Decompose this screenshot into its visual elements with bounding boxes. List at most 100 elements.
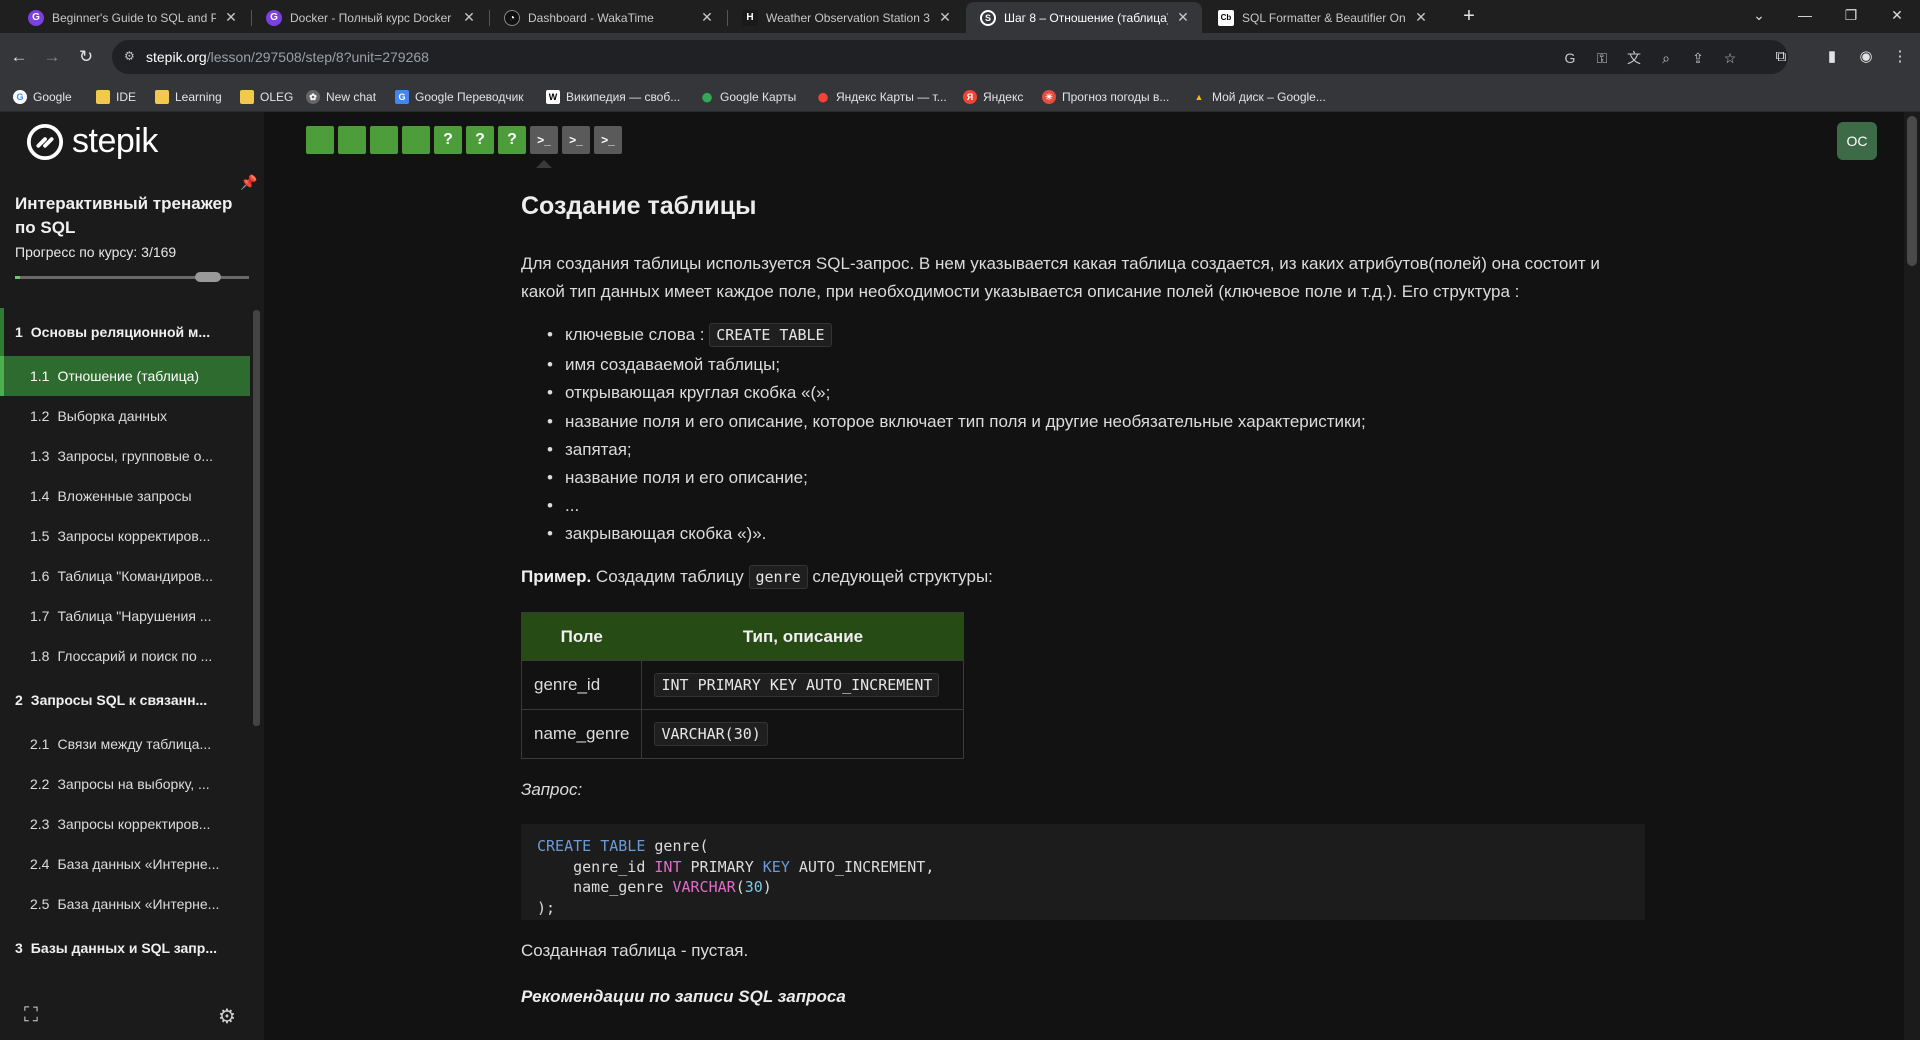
zoom-icon[interactable]: ⌕ <box>1656 48 1676 68</box>
fullscreen-icon[interactable]: ⛶ <box>24 1004 38 1027</box>
table-cell: name_genre <box>520 709 643 759</box>
gear-icon[interactable]: ⚙ <box>218 1004 236 1029</box>
table-cell: INT PRIMARY KEY AUTO_INCREMENT <box>641 660 965 710</box>
google-lens-icon[interactable]: G <box>1560 48 1580 68</box>
close-window-button[interactable]: ✕ <box>1874 0 1920 33</box>
step-button[interactable] <box>338 126 366 154</box>
share-icon[interactable]: ⇪ <box>1688 48 1708 68</box>
bookmark-star-icon[interactable]: ☆ <box>1720 48 1740 68</box>
lesson-item[interactable]: 2.4 База данных «Интерне... <box>0 844 250 884</box>
browser-tab[interactable]: G Beginner's Guide to SQL and Po ✕ <box>14 2 250 33</box>
browser-tab[interactable]: ◔ Dashboard - WakaTime ✕ <box>490 2 726 33</box>
step-button[interactable] <box>306 126 334 154</box>
step-button[interactable]: ? <box>434 126 462 154</box>
browser-tab-bar: G Beginner's Guide to SQL and Po ✕ G Doc… <box>0 0 1920 33</box>
sidebar-scrollbar[interactable] <box>251 308 262 728</box>
lesson-item[interactable]: 1.6 Таблица "Командиров... <box>0 556 250 596</box>
user-avatar[interactable]: OC <box>1837 122 1877 160</box>
lesson-item[interactable]: 2.2 Запросы на выборку, ... <box>0 764 250 804</box>
translate-icon[interactable]: 文 <box>1624 48 1644 68</box>
bookmark-item[interactable]: ▲ Мой диск – Google... <box>1192 87 1326 107</box>
lesson-item[interactable]: 1.4 Вложенные запросы <box>0 476 250 516</box>
lesson-item[interactable]: 2.1 Связи между таблица... <box>0 724 250 764</box>
step-button[interactable] <box>370 126 398 154</box>
site-info-icon[interactable]: ⚙ <box>124 49 135 63</box>
module-header[interactable]: 1 Основы реляционной м... <box>0 308 250 356</box>
bookmark-item[interactable]: ⬤ Яндекс Карты — т... <box>816 87 947 107</box>
close-icon[interactable]: ✕ <box>1412 9 1430 26</box>
step-button[interactable]: ? <box>466 126 494 154</box>
module-header[interactable]: 3 Базы данных и SQL запр... <box>0 924 250 972</box>
graphql-icon: G <box>28 9 44 26</box>
bookmark-item[interactable]: W Википедия — своб... <box>546 87 680 107</box>
reload-icon[interactable]: ↻ <box>74 45 98 69</box>
lesson-item[interactable]: 1.2 Выборка данных <box>0 396 250 436</box>
bookmark-folder[interactable]: IDE <box>96 87 136 107</box>
page-scrollbar[interactable] <box>1904 112 1920 1040</box>
bookmark-folder[interactable]: OLEG <box>240 87 293 107</box>
hackerrank-icon: H <box>742 9 758 26</box>
module-header[interactable]: 2 Запросы SQL к связанн... <box>0 676 250 724</box>
lesson-item[interactable]: 2.5 База данных «Интерне... <box>0 884 250 924</box>
structure-table: Поле Тип, описание genre_id INT PRIMARY … <box>520 612 965 759</box>
bookmark-item[interactable]: Я Яндекс <box>963 87 1023 107</box>
lesson-item[interactable]: 1.3 Запросы, групповые о... <box>0 436 250 476</box>
browser-tab[interactable]: H Weather Observation Station 3 ✕ <box>728 2 964 33</box>
new-tab-button[interactable]: + <box>1456 4 1482 30</box>
step-button[interactable]: >_ <box>562 126 590 154</box>
close-icon[interactable]: ✕ <box>460 9 478 26</box>
profile-avatar-icon[interactable]: ◉ <box>1854 45 1878 69</box>
lesson-item[interactable]: 1.8 Глоссарий и поиск по ... <box>0 636 250 676</box>
lesson-item-active[interactable]: 1.1 Отношение (таблица) <box>0 356 250 396</box>
password-key-icon[interactable]: ⚿ <box>1592 48 1612 68</box>
list-item: ... <box>547 496 579 516</box>
close-icon[interactable]: ✕ <box>1174 9 1192 26</box>
address-bar[interactable]: ⚙ stepik.org/lesson/297508/step/8?unit=2… <box>112 40 1788 74</box>
browser-tab[interactable]: Cb SQL Formatter & Beautifier Onl ✕ <box>1204 2 1440 33</box>
sql-code-block[interactable]: CREATE TABLE genre( genre_id INT PRIMARY… <box>521 824 1645 920</box>
close-icon[interactable]: ✕ <box>698 9 716 26</box>
step-button[interactable]: >_ <box>594 126 622 154</box>
table-cell: VARCHAR(30) <box>641 709 965 759</box>
restore-button[interactable]: ❐ <box>1828 0 1874 33</box>
scroll-thumb[interactable] <box>1907 116 1917 266</box>
bookmark-item[interactable]: ✿ New chat <box>306 87 376 107</box>
bookmark-item[interactable]: G Google <box>13 87 72 107</box>
extensions-icon[interactable]: ⧉ <box>1769 45 1793 69</box>
minimize-button[interactable]: — <box>1782 0 1828 33</box>
lesson-item[interactable]: 1.7 Таблица "Нарушения ... <box>0 596 250 636</box>
bookmark-folder[interactable]: Learning <box>155 87 222 107</box>
intro-paragraph: Для создания таблицы используется SQL-за… <box>521 254 1600 301</box>
forward-icon[interactable]: → <box>40 45 64 69</box>
menu-icon[interactable]: ⋮ <box>1888 45 1912 69</box>
lesson-item[interactable]: 2.3 Запросы корректиров... <box>0 804 250 844</box>
tab-search-icon[interactable]: ⌄ <box>1736 0 1782 33</box>
list-item: название поля и его описание; <box>547 468 808 488</box>
side-panel-icon[interactable]: ▮ <box>1820 45 1844 69</box>
progress-fill <box>15 276 20 279</box>
browser-tab[interactable]: G Docker - Полный курс Docker ✕ <box>252 2 488 33</box>
close-icon[interactable]: ✕ <box>936 9 954 26</box>
lesson-item[interactable]: 1.5 Запросы корректиров... <box>0 516 250 556</box>
google-icon: G <box>13 90 27 104</box>
step-button[interactable]: >_ <box>530 126 558 154</box>
back-icon[interactable]: ← <box>7 45 31 69</box>
browser-tab-active[interactable]: S Шаг 8 – Отношение (таблица) ✕ <box>966 2 1202 33</box>
list-item: ключевые слова : CREATE TABLE <box>547 323 832 347</box>
stepik-logo[interactable]: stepik <box>26 122 158 161</box>
list-item: название поля и его описание, которое вк… <box>547 412 1366 432</box>
pin-icon[interactable]: 📌 <box>240 174 257 191</box>
wikipedia-icon: W <box>546 90 560 104</box>
bookmarks-bar: G Google IDE Learning OLEG ✿ New chat G Goo… <box>0 81 1920 112</box>
course-title[interactable]: Интерактивный тренажер по SQL <box>15 192 240 240</box>
close-icon[interactable]: ✕ <box>222 9 240 26</box>
table-row: name_genre VARCHAR(30) <box>520 709 965 759</box>
bookmark-item[interactable]: ☀ Прогноз погоды в... <box>1042 87 1169 107</box>
course-sidebar: stepik 📌 Интерактивный тренажер по SQL П… <box>0 112 264 1040</box>
step-button[interactable]: ? <box>498 126 526 154</box>
graphql-icon: G <box>266 9 282 26</box>
url-text[interactable]: stepik.org/lesson/297508/step/8?unit=279… <box>146 49 429 65</box>
bookmark-item[interactable]: ⬤ Google Карты <box>700 87 796 107</box>
step-button[interactable] <box>402 126 430 154</box>
bookmark-item[interactable]: G Google Переводчик <box>395 87 524 107</box>
